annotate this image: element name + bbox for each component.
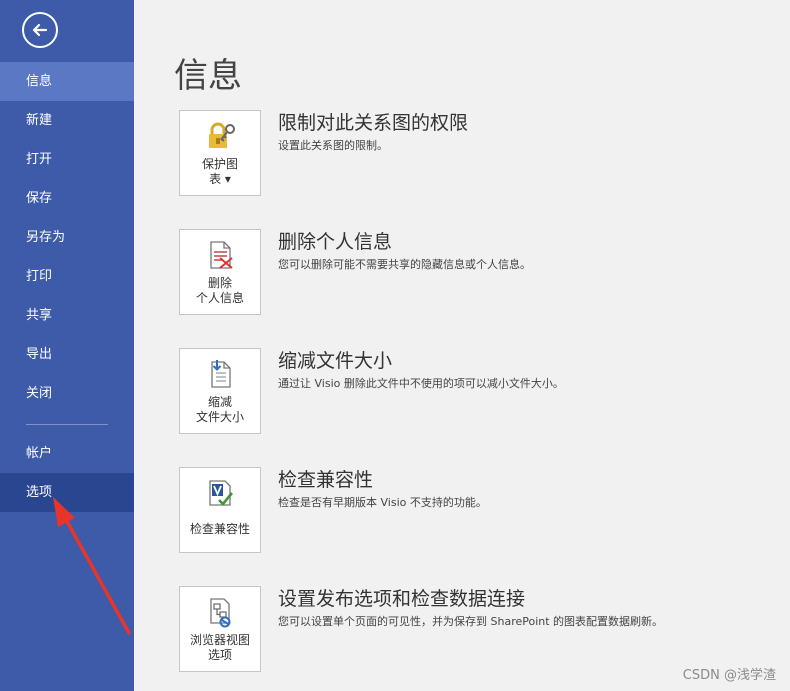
browser-view-options-button[interactable]: 浏览器视图 选项	[179, 586, 261, 672]
sidebar-item-account[interactable]: 帐户	[0, 434, 134, 473]
lock-key-icon	[203, 119, 237, 153]
check-compatibility-label: 检查兼容性	[189, 522, 250, 536]
sidebar-item-print[interactable]: 打印	[0, 257, 134, 296]
sidebar-nav-bottom: 帐户 选项	[0, 434, 134, 512]
sidebar-item-options[interactable]: 选项	[0, 473, 134, 512]
protect-diagram-label: 保护图 表 ▾	[201, 157, 238, 186]
compatibility-section: 检查兼容性 检查兼容性 检查是否有早期版本 Visio 不支持的功能。	[179, 467, 779, 553]
sidebar-item-new[interactable]: 新建	[0, 101, 134, 140]
watermark: CSDN @浅学渣	[682, 668, 776, 683]
compatibility-section-title: 检查兼容性	[278, 469, 374, 491]
reduce-size-section: 缩减 文件大小 缩减文件大小 通过让 Visio 删除此文件中不使用的项可以减小…	[179, 348, 779, 434]
remove-info-section-title: 删除个人信息	[278, 231, 393, 253]
compatibility-section-desc: 检查是否有早期版本 Visio 不支持的功能。	[278, 496, 487, 509]
sidebar-item-open[interactable]: 打开	[0, 140, 134, 179]
remove-personal-info-label: 删除 个人信息	[195, 276, 244, 305]
reduce-file-size-button[interactable]: 缩减 文件大小	[179, 348, 261, 434]
publish-options-section-title: 设置发布选项和检查数据连接	[278, 588, 526, 610]
remove-info-section: 删除 个人信息 删除个人信息 您可以删除可能不需要共享的隐藏信息或个人信息。	[179, 229, 779, 315]
reduce-file-size-label: 缩减 文件大小	[195, 395, 244, 424]
protect-section-title: 限制对此关系图的权限	[278, 112, 469, 134]
sidebar-item-save[interactable]: 保存	[0, 179, 134, 218]
publish-options-section-desc: 您可以设置单个页面的可见性，并为保存到 SharePoint 的图表配置数据刷新…	[278, 615, 664, 628]
reduce-size-section-desc: 通过让 Visio 删除此文件中不使用的项可以减小文件大小。	[278, 377, 564, 390]
reduce-file-icon	[203, 357, 237, 391]
back-button[interactable]	[22, 12, 58, 48]
sidebar-item-share[interactable]: 共享	[0, 296, 134, 335]
sidebar-nav: 信息 新建 打开 保存 另存为 打印 共享 导出 关闭	[0, 62, 134, 413]
check-compatibility-button[interactable]: 检查兼容性	[179, 467, 261, 553]
remove-personal-info-button[interactable]: 删除 个人信息	[179, 229, 261, 315]
protect-section-desc: 设置此关系图的限制。	[278, 139, 388, 152]
protect-section: 保护图 表 ▾ 限制对此关系图的权限 设置此关系图的限制。	[179, 110, 779, 196]
info-pane: 信息 保护图 表 ▾ 限制对此关系图的权限 设置此关系图的限制。 删除 个人信息…	[134, 0, 790, 691]
browser-view-options-label: 浏览器视图 选项	[189, 633, 250, 662]
sidebar-item-export[interactable]: 导出	[0, 335, 134, 374]
reduce-size-section-title: 缩减文件大小	[278, 350, 393, 372]
backstage-sidebar: 信息 新建 打开 保存 另存为 打印 共享 导出 关闭 帐户 选项	[0, 0, 134, 691]
sidebar-divider	[26, 424, 108, 425]
compat-check-icon	[203, 476, 237, 510]
protect-diagram-button[interactable]: 保护图 表 ▾	[179, 110, 261, 196]
page-title: 信息	[174, 56, 242, 96]
sidebar-item-save-as[interactable]: 另存为	[0, 218, 134, 257]
back-arrow-icon	[32, 23, 48, 37]
browser-view-icon	[203, 595, 237, 629]
remove-info-icon	[203, 238, 237, 272]
remove-info-section-desc: 您可以删除可能不需要共享的隐藏信息或个人信息。	[278, 258, 531, 271]
publish-options-section: 浏览器视图 选项 设置发布选项和检查数据连接 您可以设置单个页面的可见性，并为保…	[179, 586, 779, 672]
sidebar-item-info[interactable]: 信息	[0, 62, 134, 101]
sidebar-item-close[interactable]: 关闭	[0, 374, 134, 413]
